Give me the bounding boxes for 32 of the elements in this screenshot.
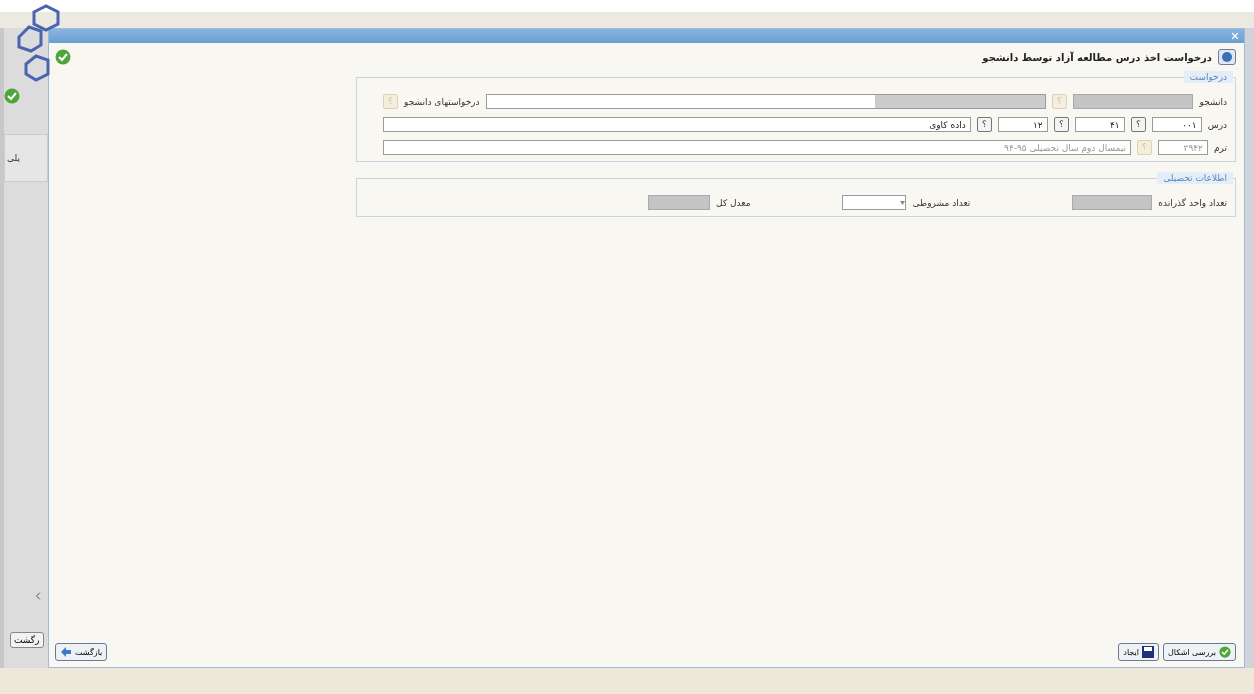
tab[interactable]: یلی bbox=[4, 134, 48, 182]
lookup-button[interactable]: ؟ bbox=[976, 117, 992, 132]
section-legend: اطلاعات تحصیلی bbox=[1157, 172, 1233, 184]
field-label: ترم bbox=[1213, 142, 1227, 153]
dropdown-field[interactable] bbox=[842, 195, 907, 210]
toolbar-button[interactable]: بررسی اشکال bbox=[1163, 643, 1236, 661]
dialog-title: درخواست اخذ درس مطالعه آزاد توسط دانشجو bbox=[982, 51, 1212, 63]
input-field[interactable] bbox=[485, 94, 1047, 109]
input-field[interactable]: داده کاوی bbox=[383, 117, 971, 132]
check-icon bbox=[55, 49, 71, 65]
close-button[interactable] bbox=[1230, 31, 1240, 41]
back-button[interactable]: بازگشت bbox=[55, 643, 108, 661]
field-label: معدل کل bbox=[716, 197, 751, 208]
check-icon bbox=[1219, 646, 1231, 658]
field-label: تعداد واحد گذرانده bbox=[1158, 197, 1227, 208]
redacted-field bbox=[648, 195, 711, 210]
check-icon bbox=[4, 88, 20, 104]
lookup-button[interactable]: ؟ bbox=[1053, 117, 1069, 132]
back-button[interactable]: رگشت bbox=[10, 632, 44, 648]
lookup-button[interactable]: ؟ bbox=[1130, 117, 1146, 132]
field-label: دانشجو bbox=[1199, 96, 1227, 107]
section-legend: درخواست bbox=[1183, 71, 1233, 83]
field-label: درخواستهای دانشجو bbox=[404, 96, 480, 107]
input-field[interactable]: ۰۰۱ bbox=[1151, 117, 1202, 132]
input-field[interactable]: ۴۱ bbox=[1074, 117, 1125, 132]
field-label: درس bbox=[1207, 119, 1227, 130]
toolbar-button[interactable]: ایجاد bbox=[1118, 643, 1159, 661]
back-arrow-icon bbox=[60, 646, 72, 658]
help-icon[interactable] bbox=[1218, 49, 1236, 65]
field-label: تعداد مشروطی bbox=[912, 197, 971, 208]
input-field[interactable]: ۱۲ bbox=[997, 117, 1048, 132]
caret-icon bbox=[900, 200, 906, 205]
